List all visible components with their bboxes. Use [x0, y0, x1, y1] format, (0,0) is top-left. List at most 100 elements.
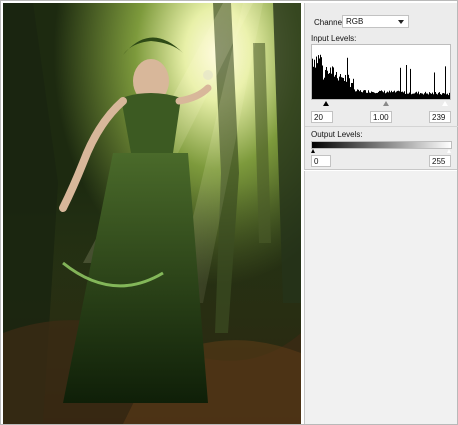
- histogram-graph: [312, 54, 450, 99]
- chevron-down-icon: [398, 20, 404, 24]
- histogram-bar: [444, 93, 445, 99]
- histogram-bar: [394, 90, 395, 99]
- histogram-bar: [423, 94, 424, 99]
- histogram-bar: [432, 92, 433, 99]
- histogram-bar: [323, 79, 324, 99]
- histogram-bar: [431, 93, 432, 99]
- histogram-bar: [382, 91, 383, 99]
- histogram-bar: [424, 93, 425, 99]
- histogram-bar: [386, 92, 387, 99]
- histogram-bar: [340, 74, 341, 99]
- histogram-bar: [319, 58, 320, 99]
- histogram-bar: [352, 82, 353, 99]
- histogram-bar: [443, 93, 444, 99]
- gamma-handle[interactable]: [383, 101, 389, 106]
- histogram-bar: [369, 92, 370, 99]
- histogram-bar: [389, 90, 390, 99]
- histogram-bar: [421, 93, 422, 99]
- histogram-bar: [362, 92, 363, 99]
- histogram-bar: [370, 92, 371, 99]
- histogram-bar: [373, 92, 374, 99]
- histogram-bar: [409, 92, 410, 99]
- histogram-bar: [331, 73, 332, 99]
- histogram-bar: [402, 91, 403, 99]
- output-black-field[interactable]: 0: [311, 155, 331, 167]
- histogram-bar: [430, 93, 431, 99]
- histogram-bar: [321, 57, 322, 99]
- histogram-bar: [405, 93, 406, 99]
- histogram-bar: [401, 91, 402, 99]
- histogram-bar: [316, 56, 317, 99]
- histogram-bar: [419, 94, 420, 99]
- histogram-bar: [448, 95, 449, 99]
- histogram-bar: [325, 69, 326, 99]
- histogram-bar: [407, 93, 408, 99]
- preview-photo: [3, 3, 301, 424]
- histogram-bar: [415, 92, 416, 99]
- histogram-bar: [322, 65, 323, 99]
- histogram-bar: [374, 92, 375, 99]
- histogram-bar: [408, 93, 409, 99]
- input-gamma-field[interactable]: 1.00: [370, 111, 392, 123]
- histogram-bar: [347, 57, 348, 99]
- histogram-bar: [416, 91, 417, 99]
- output-black-handle[interactable]: [311, 149, 315, 153]
- channel-select[interactable]: RGB: [342, 15, 409, 28]
- histogram-bar: [355, 91, 356, 99]
- histogram-bar: [360, 90, 361, 99]
- panel-empty-area: [304, 171, 457, 424]
- histogram-bar: [420, 93, 421, 99]
- histogram-bar: [346, 81, 347, 99]
- histogram-bar: [315, 67, 316, 99]
- black-point-handle[interactable]: [323, 101, 329, 106]
- histogram-bar: [436, 93, 437, 99]
- histogram-bar: [404, 91, 405, 99]
- histogram-bar: [345, 74, 346, 99]
- histogram-bar: [384, 90, 385, 99]
- histogram-bar: [313, 66, 314, 99]
- histogram-bar: [344, 80, 345, 99]
- histogram-bar: [333, 67, 334, 99]
- histogram-bar: [363, 90, 364, 99]
- output-gradient-bar: [311, 141, 452, 149]
- histogram-bar: [391, 90, 392, 99]
- histogram-bar: [353, 78, 354, 99]
- histogram-bar: [449, 92, 450, 99]
- histogram-bar: [337, 78, 338, 99]
- output-white-field[interactable]: 255: [429, 155, 451, 167]
- histogram-bar: [335, 74, 336, 99]
- histogram-bar: [350, 87, 351, 99]
- histogram-bar: [329, 73, 330, 99]
- histogram-bar: [348, 74, 349, 99]
- histogram-bar: [349, 78, 350, 99]
- white-point-handle[interactable]: [442, 101, 448, 106]
- input-black-field[interactable]: 20: [311, 111, 333, 123]
- histogram-bar: [440, 94, 441, 99]
- histogram-bar: [359, 91, 360, 99]
- histogram-bar: [336, 71, 337, 99]
- histogram-bar: [398, 90, 399, 99]
- histogram-bar: [361, 91, 362, 99]
- input-white-field[interactable]: 239: [429, 111, 451, 123]
- histogram-bar: [342, 77, 343, 99]
- histogram-bar: [317, 63, 318, 99]
- histogram-bar: [330, 67, 331, 99]
- histogram-bar: [442, 93, 443, 99]
- histogram-bar: [403, 92, 404, 99]
- histogram-bar: [381, 90, 382, 99]
- histogram-bar: [365, 90, 366, 99]
- levels-panel: Channel: RGB Input Levels: 20 1.00 239 O…: [304, 3, 458, 170]
- input-levels-slider[interactable]: [311, 101, 451, 108]
- histogram-bar: [351, 83, 352, 99]
- histogram-bar: [367, 92, 368, 99]
- histogram-bar: [341, 77, 342, 99]
- histogram-bar: [357, 89, 358, 99]
- input-levels-label: Input Levels:: [311, 34, 357, 43]
- output-white-handle[interactable]: [447, 149, 451, 153]
- histogram-bar: [327, 70, 328, 99]
- output-levels-label: Output Levels:: [311, 130, 363, 139]
- histogram-bar: [320, 54, 321, 99]
- histogram-bar: [393, 91, 394, 99]
- histogram-bar: [358, 89, 359, 99]
- histogram-bar: [439, 92, 440, 99]
